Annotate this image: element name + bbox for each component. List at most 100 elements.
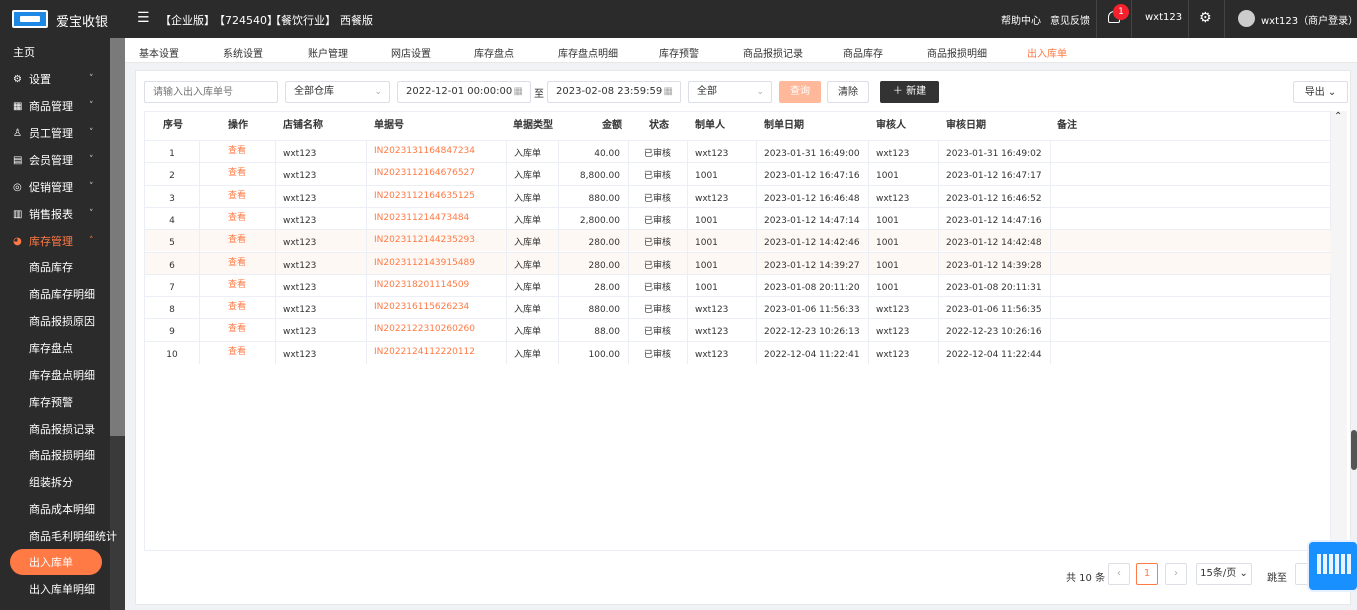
table-row[interactable]: 9 查看 wxt123 IN2022122310260260 入库单 88.00 已审核 wx… bbox=[145, 318, 1332, 342]
order-number-link[interactable]: IN2023112144235293 bbox=[374, 230, 498, 252]
order-number-link[interactable]: IN202316115626234 bbox=[374, 297, 498, 319]
tab-inout-orders[interactable]: 出入库单 bbox=[1027, 45, 1067, 60]
order-number-link[interactable]: IN2022124112220112 bbox=[374, 342, 498, 364]
sidebar-sub-stocktake-detail[interactable]: 库存盘点明细 bbox=[0, 362, 108, 389]
sidebar-sub-assembly[interactable]: 组装拆分 bbox=[0, 469, 108, 496]
chevron-up-icon[interactable]: ⌃ bbox=[1334, 111, 1342, 122]
order-number-link[interactable]: IN202311214473484 bbox=[374, 208, 498, 230]
table-row[interactable]: 2 查看 wxt123 IN2023112164676527 入库单 8,800.00 已审… bbox=[145, 162, 1332, 186]
tab-online-store[interactable]: 网店设置 bbox=[391, 45, 431, 60]
menu-toggle-icon[interactable]: ☰ bbox=[137, 10, 150, 26]
sidebar-sub-stocktake[interactable]: 库存盘点 bbox=[0, 335, 108, 362]
table-row[interactable]: 6 查看 wxt123 IN2023112143915489 入库单 280.00 已审核 1… bbox=[145, 251, 1332, 275]
table-row[interactable]: 4 查看 wxt123 IN202311214473484 入库单 2,800.00 已审核… bbox=[145, 206, 1332, 230]
order-number-link[interactable]: IN2023112164676527 bbox=[374, 163, 498, 185]
view-link[interactable]: 查看 bbox=[207, 230, 267, 252]
table-row[interactable]: 7 查看 wxt123 IN202318201114509 入库单 28.00 已审核 100… bbox=[145, 273, 1332, 297]
account-menu[interactable]: wxt123（商户登录） bbox=[1261, 12, 1357, 27]
tab-basic-settings[interactable]: 基本设置 bbox=[139, 45, 179, 60]
keyboard-icon[interactable] bbox=[1307, 540, 1357, 592]
new-button[interactable]: ＋ 新建 bbox=[880, 81, 939, 103]
view-link[interactable]: 查看 bbox=[207, 342, 267, 364]
view-link[interactable]: 查看 bbox=[207, 253, 267, 275]
column-divider bbox=[366, 207, 367, 230]
sidebar-sub-loss-record[interactable]: 商品报损记录 bbox=[0, 416, 108, 443]
tab-stocktake[interactable]: 库存盘点 bbox=[474, 45, 514, 60]
warehouse-select[interactable]: 全部仓库 ⌄ bbox=[285, 81, 390, 103]
tab-system-settings[interactable]: 系统设置 bbox=[223, 45, 263, 60]
sidebar-sub-stock[interactable]: 商品库存 bbox=[0, 254, 108, 281]
table-row[interactable]: 8 查看 wxt123 IN202316115626234 入库单 880.00 已审核 wx… bbox=[145, 296, 1332, 320]
sidebar-item-settings[interactable]: ⚙ 设置 ˅ bbox=[0, 66, 108, 93]
avatar[interactable] bbox=[1238, 10, 1255, 27]
main-panel: 全部仓库⌄ 2022-12-01 00:00:00▦ 至 2023-02-08 … bbox=[135, 70, 1351, 605]
cell-status: 已审核 bbox=[643, 171, 671, 182]
tab-loss-detail[interactable]: 商品报损明细 bbox=[927, 45, 987, 60]
tab-stocktake-detail[interactable]: 库存盘点明细 bbox=[558, 45, 618, 60]
store-switcher[interactable]: wxt123 bbox=[1145, 12, 1182, 23]
logo[interactable] bbox=[12, 10, 48, 28]
view-link[interactable]: 查看 bbox=[207, 297, 267, 319]
view-link[interactable]: 查看 bbox=[207, 319, 267, 341]
tab-stock[interactable]: 商品库存 bbox=[843, 45, 883, 60]
order-number-link[interactable]: IN202318201114509 bbox=[374, 275, 498, 297]
sidebar-item-sales-reports[interactable]: ▥ 销售报表 ˅ bbox=[0, 201, 108, 228]
cell-mdate: 2023-01-12 16:46:48 bbox=[764, 193, 860, 204]
cell-type: 入库单 bbox=[514, 238, 542, 249]
sidebar-item-staff[interactable]: ♙ 员工管理 ˅ bbox=[0, 120, 108, 147]
sidebar-item-home[interactable]: 主页 bbox=[0, 39, 108, 66]
feedback-link[interactable]: 意见反馈 bbox=[1050, 12, 1090, 27]
sidebar-item-promotions[interactable]: ◎ 促销管理 ˅ bbox=[0, 174, 108, 201]
sidebar-sub-inout-detail[interactable]: 出入库单明细 bbox=[0, 576, 108, 603]
sidebar-item-label: 出入库单 bbox=[29, 556, 73, 569]
sidebar-item-inventory[interactable]: ◕ 库存管理 ˄ bbox=[0, 228, 108, 255]
sidebar-sub-loss-reason[interactable]: 商品报损原因 bbox=[0, 308, 108, 335]
view-link[interactable]: 查看 bbox=[207, 163, 267, 185]
order-number-link[interactable]: IN2022122310260260 bbox=[374, 319, 498, 341]
calendar-icon: ▦ bbox=[513, 86, 523, 97]
column-divider bbox=[506, 141, 507, 163]
view-link[interactable]: 查看 bbox=[207, 141, 267, 163]
clear-button[interactable]: 清除 bbox=[827, 81, 869, 103]
view-link[interactable]: 查看 bbox=[207, 186, 267, 208]
sidebar-sub-stock-alert[interactable]: 库存预警 bbox=[0, 389, 108, 416]
table-scrollbar[interactable]: ⌃ bbox=[1331, 111, 1347, 551]
column-divider bbox=[1050, 207, 1051, 230]
gear-icon[interactable]: ⚙ bbox=[1199, 10, 1212, 26]
table-row[interactable]: 10 查看 wxt123 IN2022124112220112 入库单 100.00 已审核… bbox=[145, 340, 1332, 364]
order-no-search-input[interactable] bbox=[144, 81, 278, 103]
order-number-link[interactable]: IN2023112164635125 bbox=[374, 186, 498, 208]
sidebar-sub-margin-stats[interactable]: 商品毛利明细统计 bbox=[0, 523, 117, 550]
order-number-link[interactable]: IN2023112143915489 bbox=[374, 253, 498, 275]
sidebar-item-products[interactable]: ▦ 商品管理 ˅ bbox=[0, 93, 108, 120]
query-button[interactable]: 查询 bbox=[779, 81, 821, 103]
prev-page-button[interactable]: ‹ bbox=[1108, 563, 1130, 585]
sidebar-sub-inout-orders[interactable]: 出入库单 bbox=[0, 549, 108, 576]
next-page-button[interactable]: › bbox=[1165, 563, 1187, 585]
sidebar-sub-cost-detail[interactable]: 商品成本明细 bbox=[0, 496, 108, 523]
tab-account[interactable]: 账户管理 bbox=[308, 45, 348, 60]
start-date-picker[interactable]: 2022-12-01 00:00:00 ▦ bbox=[397, 81, 531, 103]
column-divider bbox=[756, 274, 757, 297]
order-number-link[interactable]: IN2023131164847234 bbox=[374, 141, 498, 163]
notification-badge: 1 bbox=[1113, 4, 1129, 20]
sidebar-scrollbar-thumb[interactable] bbox=[110, 38, 125, 436]
sidebar-sub-loss-detail[interactable]: 商品报损明细 bbox=[0, 442, 108, 469]
order-type-select[interactable]: 全部 ⌄ bbox=[688, 81, 772, 103]
table-row[interactable]: 1 查看 wxt123 IN2023131164847234 入库单 40.00 已审核 wx… bbox=[145, 140, 1332, 163]
page-1-button[interactable]: 1 bbox=[1136, 563, 1158, 585]
help-center-link[interactable]: 帮助中心 bbox=[1001, 12, 1041, 27]
table-row[interactable]: 5 查看 wxt123 IN2023112144235293 入库单 280.00 已审核 1… bbox=[145, 229, 1332, 253]
end-date-picker[interactable]: 2023-02-08 23:59:59 ▦ bbox=[547, 81, 681, 103]
column-header: 金额 bbox=[602, 120, 622, 131]
tab-loss-record[interactable]: 商品报损记录 bbox=[743, 45, 803, 60]
tab-stock-alert[interactable]: 库存预警 bbox=[659, 45, 699, 60]
view-link[interactable]: 查看 bbox=[207, 275, 267, 297]
sidebar-sub-stock-detail[interactable]: 商品库存明细 bbox=[0, 281, 108, 308]
view-link[interactable]: 查看 bbox=[207, 208, 267, 230]
sidebar-item-members[interactable]: ▤ 会员管理 ˅ bbox=[0, 147, 108, 174]
export-button[interactable]: 导出 ⌄ bbox=[1293, 81, 1348, 103]
page-scrollbar-thumb[interactable] bbox=[1351, 430, 1357, 470]
table-row[interactable]: 3 查看 wxt123 IN2023112164635125 入库单 880.00 已审核 w… bbox=[145, 184, 1332, 208]
page-size-select[interactable]: 15条/页 ⌄ bbox=[1196, 563, 1252, 585]
